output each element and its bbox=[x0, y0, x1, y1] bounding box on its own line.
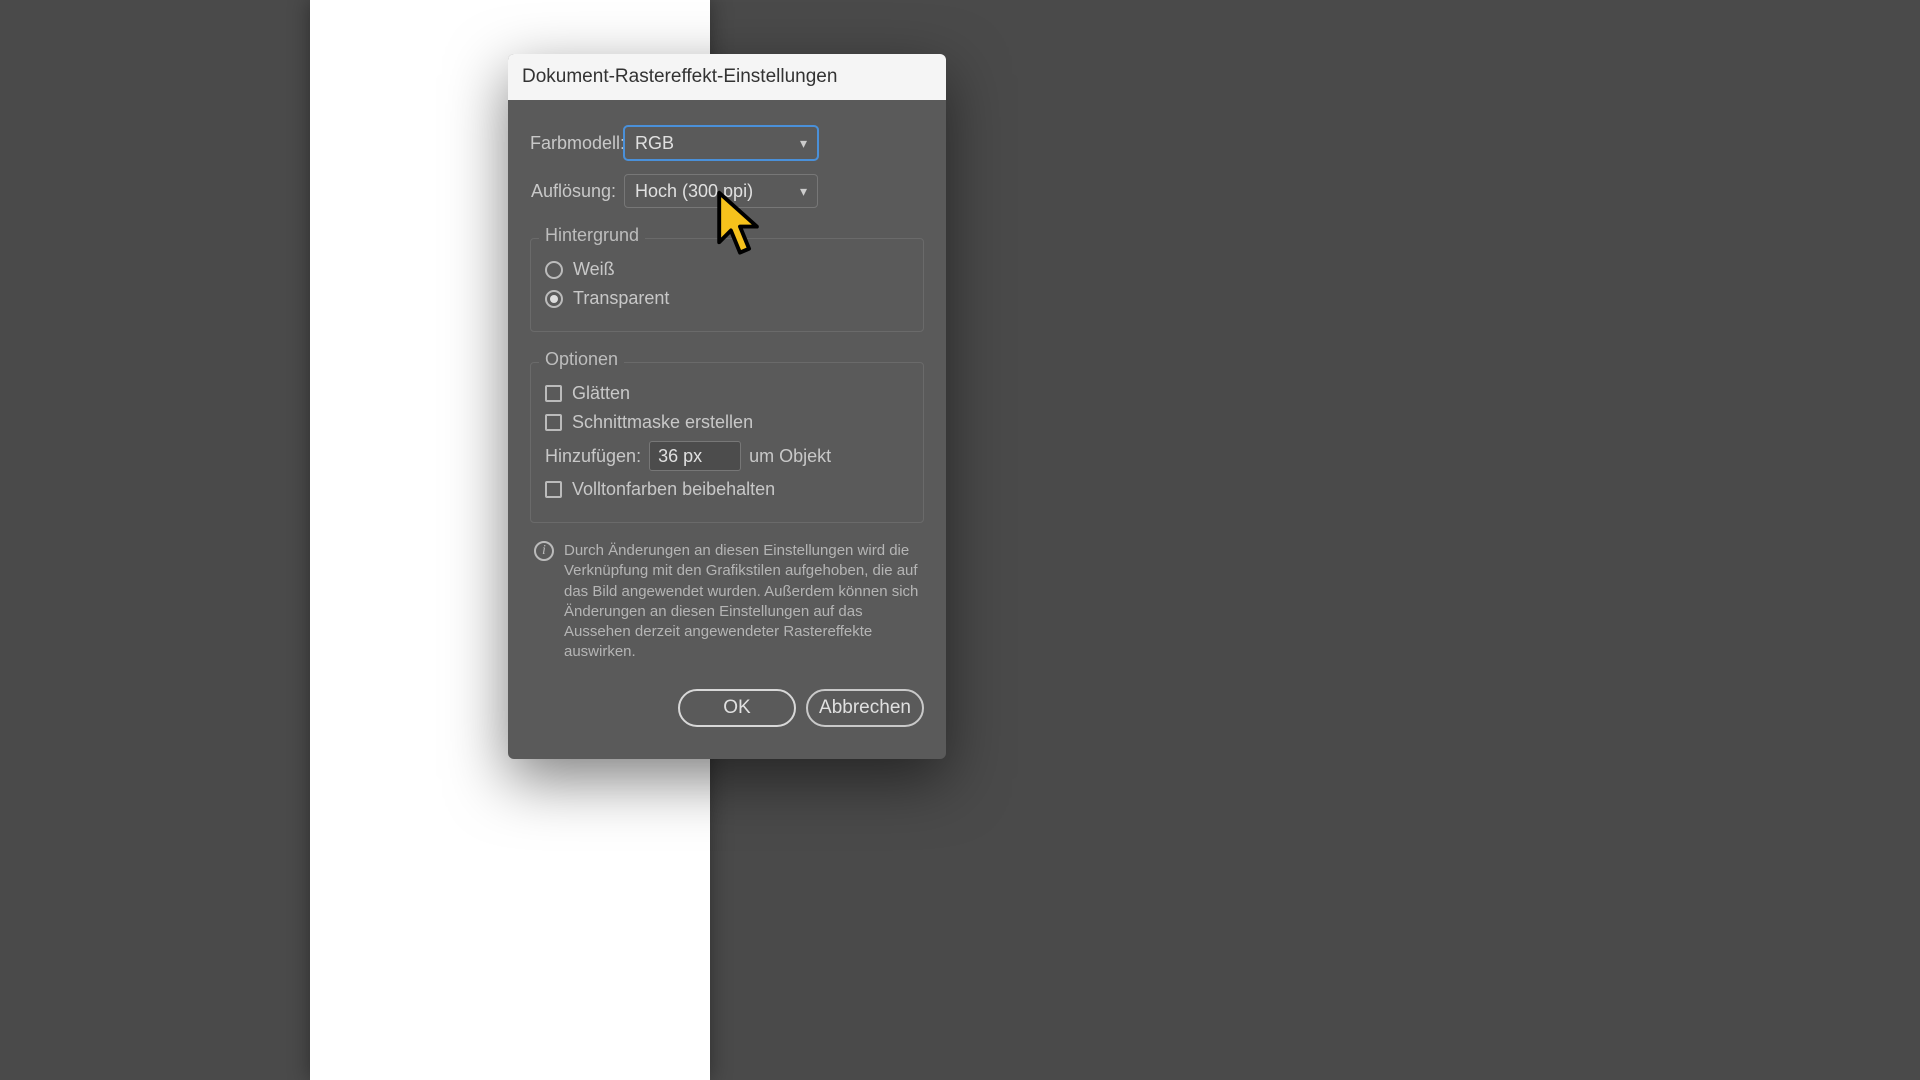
resolution-value: Hoch (300 ppi) bbox=[635, 181, 753, 202]
info-icon: i bbox=[534, 541, 554, 561]
clipmask-label: Schnittmaske erstellen bbox=[572, 412, 753, 433]
color-model-value: RGB bbox=[635, 133, 674, 154]
checkbox-icon bbox=[545, 414, 562, 431]
radio-icon bbox=[545, 290, 563, 308]
color-model-label: Farbmodell: bbox=[530, 133, 616, 154]
dialog-button-row: OK Abbrechen bbox=[530, 689, 924, 727]
add-label-before: Hinzufügen: bbox=[545, 446, 641, 467]
preserve-spot-checkbox[interactable]: Volltonfarben beibehalten bbox=[545, 479, 909, 500]
dialog-content: Farbmodell: RGB ▾ Auflösung: Hoch (300 p… bbox=[508, 100, 946, 759]
add-around-input[interactable] bbox=[649, 441, 741, 471]
color-model-select[interactable]: RGB ▾ bbox=[624, 126, 818, 160]
dialog-title: Dokument-Rastereffekt-Einstellungen bbox=[508, 54, 946, 100]
antialias-checkbox[interactable]: Glätten bbox=[545, 383, 909, 404]
preserve-spot-label: Volltonfarben beibehalten bbox=[572, 479, 775, 500]
chevron-down-icon: ▾ bbox=[800, 135, 807, 152]
background-group: Hintergrund Weiß Transparent bbox=[530, 238, 924, 332]
ok-button[interactable]: OK bbox=[678, 689, 796, 727]
resolution-label: Auflösung: bbox=[530, 181, 616, 202]
background-white-label: Weiß bbox=[573, 259, 615, 280]
add-label-after: um Objekt bbox=[749, 446, 831, 467]
checkbox-icon bbox=[545, 481, 562, 498]
chevron-down-icon: ▾ bbox=[800, 183, 807, 200]
add-around-row: Hinzufügen: um Objekt bbox=[545, 441, 909, 471]
checkbox-icon bbox=[545, 385, 562, 402]
background-white-radio[interactable]: Weiß bbox=[545, 259, 909, 280]
background-transparent-radio[interactable]: Transparent bbox=[545, 288, 909, 309]
options-group: Optionen Glätten Schnittmaske erstellen … bbox=[530, 362, 924, 523]
background-group-label: Hintergrund bbox=[539, 225, 645, 246]
resolution-select[interactable]: Hoch (300 ppi) ▾ bbox=[624, 174, 818, 208]
resolution-row: Auflösung: Hoch (300 ppi) ▾ bbox=[530, 174, 924, 208]
clipmask-checkbox[interactable]: Schnittmaske erstellen bbox=[545, 412, 909, 433]
background-transparent-label: Transparent bbox=[573, 288, 669, 309]
color-model-row: Farbmodell: RGB ▾ bbox=[530, 126, 924, 160]
radio-icon bbox=[545, 261, 563, 279]
info-row: i Durch Änderungen an diesen Einstellung… bbox=[534, 541, 920, 663]
raster-effect-settings-dialog: Dokument-Rastereffekt-Einstellungen Farb… bbox=[508, 54, 946, 759]
antialias-label: Glätten bbox=[572, 383, 630, 404]
cancel-button[interactable]: Abbrechen bbox=[806, 689, 924, 727]
options-group-label: Optionen bbox=[539, 349, 624, 370]
info-text: Durch Änderungen an diesen Einstellungen… bbox=[564, 541, 920, 663]
